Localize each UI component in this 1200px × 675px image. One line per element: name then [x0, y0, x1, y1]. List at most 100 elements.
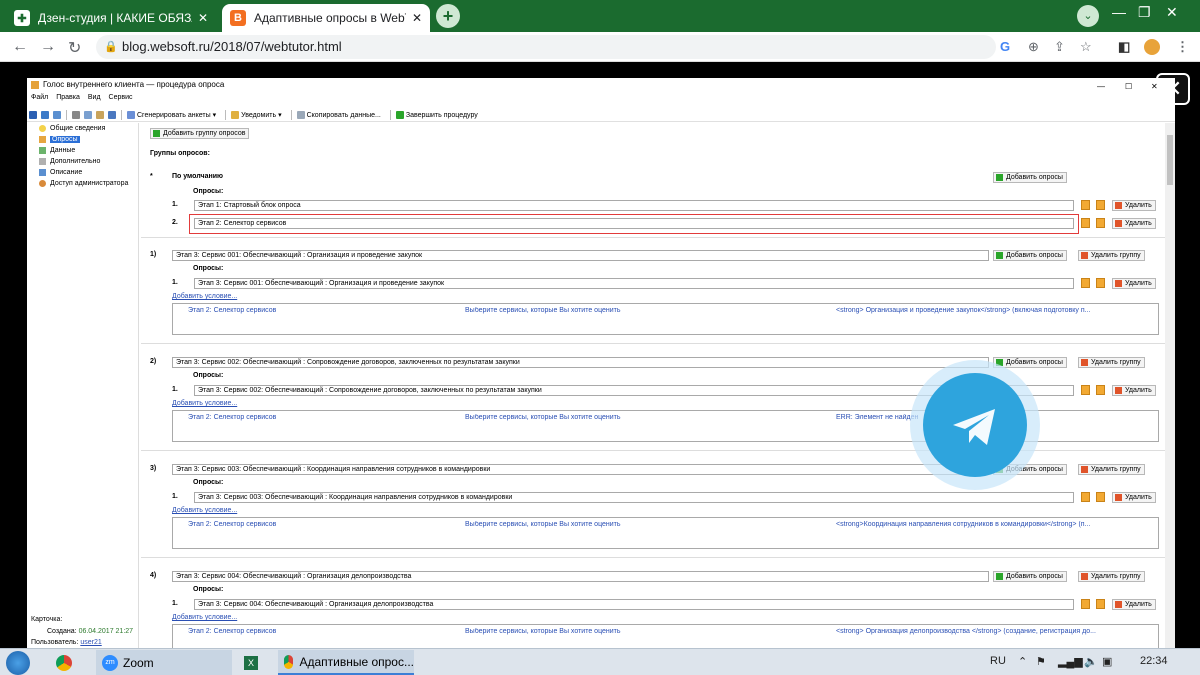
- condition-cell[interactable]: Этап 2: Селектор сервисов: [188, 414, 276, 421]
- start-button[interactable]: [0, 650, 40, 675]
- sidebar-item-data[interactable]: Данные: [39, 147, 75, 154]
- menu-edit[interactable]: Правка: [56, 94, 80, 106]
- clock[interactable]: 22:34: [1140, 655, 1168, 667]
- move-down-icon[interactable]: [1096, 599, 1105, 609]
- condition-cell[interactable]: Этап 2: Селектор сервисов: [188, 628, 276, 635]
- scrollbar-thumb[interactable]: [1167, 135, 1173, 185]
- group-name-field[interactable]: Этап 3: Сервис 004: Обеспечивающий : Орг…: [172, 571, 989, 582]
- taskbar-chrome[interactable]: [50, 650, 90, 675]
- user-value[interactable]: user21: [80, 639, 101, 646]
- share-icon[interactable]: ⇪: [1054, 39, 1065, 55]
- move-down-icon[interactable]: [1096, 200, 1105, 210]
- sidebar-item-admin-access[interactable]: Доступ администратора: [39, 180, 128, 187]
- move-up-icon[interactable]: [1081, 200, 1090, 210]
- close-window-icon[interactable]: ✕: [1166, 4, 1178, 21]
- app-maximize-icon[interactable]: ☐: [1125, 80, 1132, 94]
- delete-poll-button[interactable]: Удалить: [1112, 385, 1156, 396]
- delete-group-button[interactable]: Удалить группу: [1078, 464, 1145, 475]
- delete-poll-button[interactable]: Удалить: [1112, 278, 1156, 289]
- sidebar-item-extra[interactable]: Дополнительно: [39, 158, 100, 165]
- menu-file[interactable]: Файл: [31, 94, 48, 106]
- condition-cell[interactable]: Этап 2: Селектор сервисов: [188, 521, 276, 528]
- close-tab-icon[interactable]: ✕: [412, 11, 422, 25]
- poll-field[interactable]: Этап 3: Сервис 001: Обеспечивающий : Орг…: [194, 278, 1074, 289]
- add-group-button[interactable]: Добавить группу опросов: [150, 128, 250, 139]
- add-polls-button[interactable]: Добавить опросы: [993, 250, 1067, 261]
- move-down-icon[interactable]: [1096, 218, 1105, 228]
- battery-icon[interactable]: ▣: [1102, 655, 1112, 668]
- add-polls-button[interactable]: Добавить опросы: [993, 172, 1067, 183]
- google-icon[interactable]: G: [1000, 39, 1010, 54]
- bookmark-star-icon[interactable]: ☆: [1080, 39, 1092, 55]
- taskbar-excel[interactable]: X: [238, 650, 274, 675]
- menu-dots-icon[interactable]: ⋮: [1176, 39, 1189, 55]
- flag-icon[interactable]: ⚑: [1036, 655, 1046, 668]
- menu-view[interactable]: Вид: [88, 94, 101, 106]
- taskbar-chrome-window[interactable]: Адаптивные опрос...: [278, 650, 414, 675]
- sidebar-panel-icon[interactable]: ◧: [1118, 39, 1130, 55]
- volume-icon[interactable]: 🔈: [1084, 655, 1098, 668]
- add-polls-button[interactable]: Добавить опросы: [993, 571, 1067, 582]
- browser-tab-2[interactable]: B Адаптивные опросы в WebTuto ✕: [222, 4, 430, 32]
- delete-group-button[interactable]: Удалить группу: [1078, 357, 1145, 368]
- telegram-button[interactable]: [910, 360, 1040, 490]
- move-up-icon[interactable]: [1081, 385, 1090, 395]
- paste-icon[interactable]: [96, 111, 104, 119]
- close-tab-icon[interactable]: ✕: [198, 11, 208, 25]
- notify-button[interactable]: Уведомить ▾: [229, 111, 282, 119]
- finish-button[interactable]: Завершить процедуру: [394, 111, 478, 119]
- condition-cell[interactable]: Этап 2: Селектор сервисов: [188, 307, 276, 314]
- add-condition-link[interactable]: Добавить условие...: [172, 507, 237, 514]
- delete-group-button[interactable]: Удалить группу: [1078, 571, 1145, 582]
- add-condition-link[interactable]: Добавить условие...: [172, 614, 237, 621]
- move-up-icon[interactable]: [1081, 218, 1090, 228]
- sidebar-item-description[interactable]: Описание: [39, 169, 82, 176]
- group-name-field[interactable]: Этап 3: Сервис 002: Обеспечивающий : Соп…: [172, 357, 989, 368]
- forward-icon[interactable]: →: [40, 38, 56, 56]
- browser-tab-1[interactable]: ✚ Дзен-студия | КАКИЕ ОБЯЗАТЕЛ ✕: [6, 4, 216, 32]
- move-down-icon[interactable]: [1096, 278, 1105, 288]
- delete-poll-button[interactable]: Удалить: [1112, 218, 1156, 229]
- move-down-icon[interactable]: [1096, 385, 1105, 395]
- group-name-field[interactable]: Этап 3: Сервис 001: Обеспечивающий : Орг…: [172, 250, 989, 261]
- back-icon[interactable]: ←: [12, 38, 28, 56]
- taskbar-zoom[interactable]: zm Zoom: [96, 650, 232, 675]
- sidebar-item-polls[interactable]: Опросы: [39, 136, 80, 143]
- move-up-icon[interactable]: [1081, 278, 1090, 288]
- move-down-icon[interactable]: [1096, 492, 1105, 502]
- delete-group-button[interactable]: Удалить группу: [1078, 250, 1145, 261]
- new-tab-button[interactable]: +: [436, 4, 460, 28]
- delete-poll-button[interactable]: Удалить: [1112, 599, 1156, 610]
- app-minimize-icon[interactable]: —: [1097, 80, 1105, 94]
- sidebar-item-general[interactable]: Общие сведения: [39, 125, 105, 132]
- reload-icon[interactable]: ↻: [68, 38, 81, 58]
- address-bar[interactable]: 🔒 blog.websoft.ru/2018/07/webtutor.html: [96, 35, 996, 59]
- delete-poll-button[interactable]: Удалить: [1112, 200, 1156, 211]
- tab-search-icon[interactable]: ⌄: [1077, 5, 1099, 27]
- move-up-icon[interactable]: [1081, 599, 1090, 609]
- poll-field[interactable]: Этап 3: Сервис 004: Обеспечивающий : Орг…: [194, 599, 1074, 610]
- app-close-icon[interactable]: ✕: [1151, 80, 1158, 94]
- poll-field[interactable]: Этап 3: Сервис 003: Обеспечивающий : Коо…: [194, 492, 1074, 503]
- copy-icon[interactable]: [84, 111, 92, 119]
- undo-icon[interactable]: [108, 111, 116, 119]
- language-indicator[interactable]: RU: [990, 655, 1006, 667]
- add-condition-link[interactable]: Добавить условие...: [172, 293, 237, 300]
- maximize-icon[interactable]: ❐: [1138, 4, 1151, 21]
- save-close-icon[interactable]: [41, 111, 49, 119]
- copy-data-button[interactable]: Скопировать данные...: [295, 111, 381, 119]
- save-icon[interactable]: [29, 111, 37, 119]
- signal-icon[interactable]: ▂▄▆: [1058, 655, 1083, 668]
- group-name-field[interactable]: Этап 3: Сервис 003: Обеспечивающий : Коо…: [172, 464, 989, 475]
- move-up-icon[interactable]: [1081, 492, 1090, 502]
- poll-field[interactable]: Этап 1: Стартовый блок опроса: [194, 200, 1074, 211]
- vertical-scrollbar[interactable]: [1165, 123, 1175, 648]
- generate-button[interactable]: Сгенерировать анкеты ▾: [125, 111, 216, 119]
- menu-service[interactable]: Сервис: [109, 94, 133, 106]
- minimize-icon[interactable]: —: [1112, 4, 1126, 20]
- tray-expand-icon[interactable]: ⌃: [1018, 655, 1027, 668]
- delete-poll-button[interactable]: Удалить: [1112, 492, 1156, 503]
- save-as-icon[interactable]: [53, 111, 61, 119]
- add-condition-link[interactable]: Добавить условие...: [172, 400, 237, 407]
- zoom-icon[interactable]: ⊕: [1028, 39, 1039, 55]
